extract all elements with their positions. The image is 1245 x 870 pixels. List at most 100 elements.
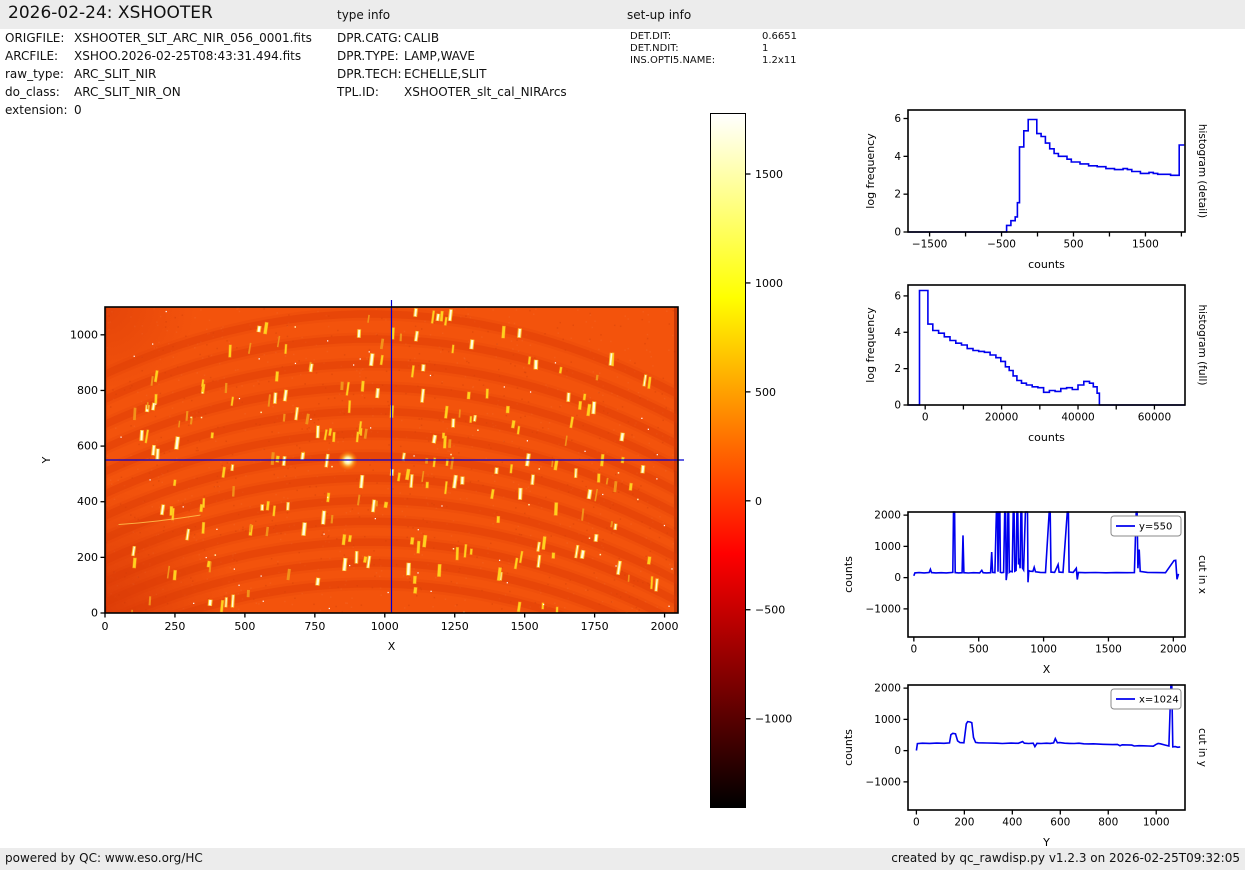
colorbar-tick-label: −1000 xyxy=(755,713,792,726)
page-title: 2026-02-24: XSHOOTER xyxy=(8,3,213,23)
meta-label: DET.NDIT: xyxy=(630,43,679,54)
setup-info-list: DET.DIT: 0.6651 DET.NDIT: 1 INS.OPTI5.NAME: 1… xyxy=(630,31,850,81)
detector-image xyxy=(105,307,678,613)
file-info-list: ORIGFILE: XSHOOTER_SLT_ARC_NIR_056_0001.f… xyxy=(5,31,335,131)
y-tick-label: 2 xyxy=(894,189,901,201)
x-tick-label: 2000 xyxy=(1160,644,1187,656)
x-tick-label: 1000 xyxy=(371,620,399,633)
x-tick-label: 0 xyxy=(913,817,920,829)
x-tick-label: 200 xyxy=(954,817,974,829)
cut-x-legend-label: y=550 xyxy=(1139,522,1172,533)
y-tick-label: 400 xyxy=(77,495,98,508)
histogram-full-series xyxy=(908,289,1185,406)
plot-histogram-detail: −1500 −500 500 1500 0 2 4 6 counts log frequency h… xyxy=(864,109,1208,271)
x-tick-label: 1250 xyxy=(441,620,469,633)
meta-label: TPL.ID: xyxy=(337,85,379,99)
meta-label: DET.DIT: xyxy=(630,31,672,42)
meta-label: DPR.TECH: xyxy=(337,67,402,81)
colorbar-tick-label: 0 xyxy=(755,495,762,508)
y-tick-label: 1000 xyxy=(874,714,901,726)
cut-x-right-label: cut in x xyxy=(1196,555,1208,594)
meta-row-tpl-id: TPL.ID: XSHOOTER_slt_cal_NIRArcs xyxy=(337,85,567,99)
y-tick-label: 200 xyxy=(77,551,98,564)
x-tick-label: 20000 xyxy=(985,412,1018,424)
meta-value: 0.6651 xyxy=(762,31,797,42)
meta-label: ORIGFILE: xyxy=(5,31,65,45)
histogram-detail-ylabel: log frequency xyxy=(864,133,877,209)
x-tick-label: 800 xyxy=(1098,817,1118,829)
meta-label: raw_type: xyxy=(5,67,64,81)
cut-y-right-label: cut in y xyxy=(1196,728,1208,767)
y-tick-label: 0 xyxy=(91,607,98,620)
x-tick-label: 0 xyxy=(922,412,929,424)
x-tick-label: 2000 xyxy=(651,620,679,633)
meta-value: CALIB xyxy=(404,31,440,45)
meta-value: XSHOO.2026-02-25T08:43:31.494.fits xyxy=(74,49,302,63)
cut-y-legend-box xyxy=(1110,688,1182,710)
meta-label: do_class: xyxy=(5,85,60,99)
meta-value: XSHOOTER_SLT_ARC_NIR_056_0001.fits xyxy=(74,31,312,45)
meta-label: DPR.CATG: xyxy=(337,31,402,45)
histogram-full-right-label: histogram (full) xyxy=(1196,305,1208,386)
histogram-detail-xlabel: counts xyxy=(1028,258,1065,271)
x-tick-label: 1500 xyxy=(511,620,539,633)
meta-value: 1.2x11 xyxy=(762,55,797,66)
meta-row-dpr-tech: DPR.TECH: ECHELLE,SLIT xyxy=(337,67,487,81)
cut-x-xlabel: X xyxy=(1043,663,1051,676)
x-tick-label: 0 xyxy=(910,644,917,656)
y-tick-label: 0 xyxy=(894,572,901,584)
histogram-full-xlabel: counts xyxy=(1028,431,1065,444)
y-tick-label: 800 xyxy=(77,384,98,397)
cut-x-legend-box xyxy=(1110,515,1182,537)
meta-row-arcfile: ARCFILE: XSHOO.2026-02-25T08:43:31.494.fi… xyxy=(5,49,301,63)
type-info-list: DPR.CATG: CALIB DPR.TYPE: LAMP,WAVE DPR.TECH… xyxy=(337,31,627,116)
meta-row-det-ndit: DET.NDIT: 1 xyxy=(630,43,768,54)
cut-x-frame xyxy=(907,511,1186,638)
histogram-detail-right-label: histogram (detail) xyxy=(1196,124,1208,218)
x-tick-label: 500 xyxy=(234,620,255,633)
x-tick-label: 250 xyxy=(164,620,185,633)
meta-value: ARC_SLIT_NIR_ON xyxy=(74,85,181,99)
x-tick-label: 0 xyxy=(102,620,109,633)
x-tick-label: 500 xyxy=(969,644,989,656)
meta-value: ARC_SLIT_NIR xyxy=(74,67,157,81)
x-tick-label: 500 xyxy=(1063,239,1083,251)
colorbar-gradient xyxy=(710,113,746,808)
meta-row-det-dit: DET.DIT: 0.6651 xyxy=(630,31,797,42)
histogram-full-ylabel: log frequency xyxy=(864,307,877,383)
meta-row-do-class: do_class: ARC_SLIT_NIR_ON xyxy=(5,85,181,99)
meta-value: LAMP,WAVE xyxy=(404,49,476,63)
y-tick-label: 1000 xyxy=(874,541,901,553)
x-tick-label: 1500 xyxy=(1095,644,1122,656)
plot-histogram-full: 0 20000 40000 60000 0 2 4 6 counts log frequency h… xyxy=(864,284,1208,444)
y-tick-label: −1000 xyxy=(865,603,901,615)
colorbar-tick-label: 500 xyxy=(755,386,776,399)
x-tick-label: 1000 xyxy=(1030,644,1057,656)
meta-row-dpr-type: DPR.TYPE: LAMP,WAVE xyxy=(337,49,475,63)
colorbar-axis: 1500 1000 500 0 −500 −1000 xyxy=(746,168,792,726)
meta-row-dpr-catg: DPR.CATG: CALIB xyxy=(337,31,439,45)
y-tick-label: 2000 xyxy=(874,510,901,522)
cut-x-ylabel: counts xyxy=(842,556,855,593)
meta-row-origfile: ORIGFILE: XSHOOTER_SLT_ARC_NIR_056_0001.f… xyxy=(5,31,312,45)
plot-cut-x: 0 500 1000 1500 2000 −1000 0 1000 2000 Xcounts cut… xyxy=(842,510,1208,676)
meta-value: XSHOOTER_slt_cal_NIRArcs xyxy=(404,85,567,99)
meta-label: extension: xyxy=(5,103,68,117)
y-tick-label: 4 xyxy=(894,327,901,339)
meta-label: DPR.TYPE: xyxy=(337,49,399,63)
x-tick-label: 750 xyxy=(304,620,325,633)
qc-rawdisp-page: 2026-02-24: XSHOOTER type info set-up in… xyxy=(0,0,1245,870)
y-tick-label: 0 xyxy=(894,227,901,239)
histogram-detail-frame xyxy=(907,109,1186,233)
meta-value: 1 xyxy=(762,43,769,54)
x-tick-label: 400 xyxy=(1002,817,1022,829)
meta-value: 0 xyxy=(74,103,82,117)
footer-created-by: created by qc_rawdisp.py v1.2.3 on 2026-… xyxy=(891,851,1240,865)
y-tick-label: 4 xyxy=(894,151,901,163)
y-tick-label: 600 xyxy=(77,440,98,453)
cut-y-frame xyxy=(907,684,1186,811)
cut-y-series xyxy=(915,684,1181,751)
footer-bar: powered by QC: www.eso.org/HC created by… xyxy=(0,848,1245,870)
detector-image-xlabel: X xyxy=(388,640,396,653)
x-tick-label: 60000 xyxy=(1138,412,1171,424)
